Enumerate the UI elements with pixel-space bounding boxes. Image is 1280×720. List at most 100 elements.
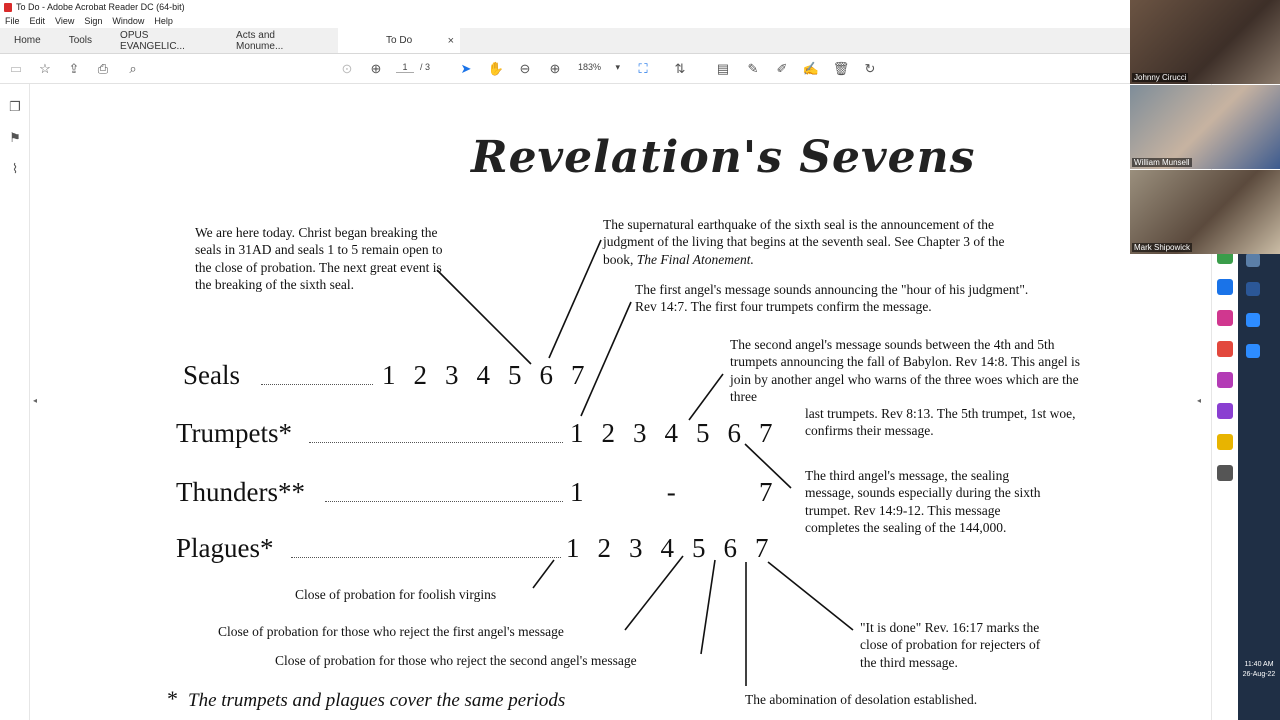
combine-files-icon[interactable] [1217,341,1233,357]
word-icon[interactable] [1246,282,1260,296]
thunder-number-first: 1 [570,477,584,507]
window-title: To Do - Adobe Acrobat Reader DC (64-bit) [16,2,185,12]
participant-name: Mark Shipowick [1132,243,1193,252]
scrolling-mode-icon[interactable]: ⇅ [671,60,689,78]
save-icon[interactable]: ▭ [7,60,25,78]
window-titlebar: To Do - Adobe Acrobat Reader DC (64-bit) [0,0,1130,14]
thunder-number-last: 7 [759,477,773,507]
thunder-dash: - [666,477,676,507]
zoom-icon[interactable] [1246,344,1260,358]
tab-home[interactable]: Home [0,28,55,53]
draw-freehand-icon[interactable]: ✐ [773,60,791,78]
video-tile-mark[interactable]: Mark Shipowick [1130,170,1280,254]
seal-number: 5 [508,360,522,390]
close-tab-icon[interactable]: × [448,35,454,47]
connector-line [436,269,532,365]
fill-sign-tool-icon[interactable] [1217,403,1233,419]
close-first-angel: Close of probation for those who reject … [218,624,564,639]
fit-page-icon[interactable]: ⛶ [634,60,652,78]
dotted-leader [325,500,563,502]
windows-taskbar: 11:40 AM 26-Aug-22 [1238,250,1280,720]
note-third-angel: The third angel's message, the sealing m… [805,468,1041,536]
participant-name: Johnny Cirucci [1132,73,1189,82]
participant-name: William Munsell [1132,158,1192,167]
menu-window[interactable]: Window [112,16,144,26]
menu-file[interactable]: File [5,16,20,26]
tab-tools[interactable]: Tools [55,28,106,53]
zoom-out-icon[interactable]: ⊖ [516,60,534,78]
zoom-icon[interactable] [1246,313,1260,327]
dotted-leader [309,441,563,443]
trumpets-numbers: 1 2 3 4 5 6 7 [561,418,782,449]
connector-line [532,559,555,589]
menu-bar: File Edit View Sign Window Help [0,14,1130,28]
tab-to-do-label: To Do [386,35,413,46]
abomination-note: The abomination of desolation establishe… [745,692,978,707]
highlight-pen-icon[interactable]: ✎ [744,60,762,78]
previous-page-icon[interactable]: ⊙ [338,60,356,78]
upload-cloud-icon[interactable]: ⇪ [65,60,83,78]
search-icon[interactable]: ⌕ [124,60,142,78]
tab-acts-and-monuments[interactable]: Acts and Monume... [222,28,338,53]
row-label-plagues: Plagues* [176,533,274,563]
clock-date: 26-Aug-22 [1242,671,1276,678]
connector-line [700,559,716,655]
tab-to-do[interactable]: To Do × [338,28,461,53]
zoom-dropdown[interactable]: 183% ▾ [578,62,620,73]
video-tile-william[interactable]: William Munsell [1130,85,1280,169]
dotted-leader [291,556,561,558]
dotted-leader [261,383,373,385]
taskbar-app-icon[interactable] [1246,253,1260,267]
delete-icon[interactable]: 🗑 [832,60,850,78]
menu-edit[interactable]: Edit [30,16,46,26]
seal-number: 6 [539,360,554,390]
trumpet-number: 7 [759,418,773,448]
zoom-in-icon[interactable]: ⊕ [546,60,564,78]
note-first-angel: The first angel's message sounds announc… [635,282,1029,315]
plague-number: 1 [566,533,580,563]
trumpet-number: 5 [696,418,710,448]
note-second-angel: The second angel's message sounds betwee… [730,337,1080,405]
rotate-icon[interactable]: ↻ [861,60,879,78]
create-pdf-icon[interactable] [1217,279,1233,295]
bookmarks-icon[interactable]: ⚑ [7,130,23,146]
more-tools-icon[interactable] [1217,465,1233,481]
collapse-left-panel-icon[interactable]: ◂ [33,396,37,405]
plagues-numbers: 1 2 3 4 5 6 7 [557,533,778,564]
menu-view[interactable]: View [55,16,74,26]
comment-icon[interactable]: ▤ [714,60,732,78]
video-tile-johnny[interactable]: Johnny Cirucci [1130,0,1280,84]
main-toolbar: ▭ ☆ ⇪ ⎙ ⌕ ⊙ ⊕ 1 / 3 ➤ ✋ ⊖ ⊕ 183% ▾ ⛶ ⇅ ▤… [0,54,1130,84]
note-sixth-seal: The supernatural earthquake of the sixth… [603,216,1013,268]
expand-right-panel-icon[interactable]: ◂ [1197,396,1201,405]
organize-pages-icon[interactable] [1217,372,1233,388]
system-clock[interactable]: 11:40 AM 26-Aug-22 [1238,660,1280,680]
row-label-trumpets: Trumpets* [176,418,293,448]
bookmark-star-icon[interactable]: ☆ [36,60,54,78]
connector-line [624,555,684,631]
note-we-are-here: We are here today. Christ began breaking… [195,225,443,293]
select-cursor-icon[interactable]: ➤ [457,60,475,78]
plague-number: 6 [723,533,738,563]
attachments-paperclip-icon[interactable]: ⌇ [7,161,23,177]
tab-opus-evangelic[interactable]: OPUS EVANGELIC... [106,28,222,53]
hand-tool-icon[interactable]: ✋ [487,60,505,78]
footnote-text: The trumpets and plagues cover the same … [188,690,566,711]
menu-sign[interactable]: Sign [84,16,102,26]
row-label-seals: Seals [183,360,240,390]
plague-number: 4 [660,533,675,563]
note-second-angel-cont: last trumpets. Rev 8:13. The 5th trumpet… [805,406,1076,439]
next-page-icon[interactable]: ⊕ [367,60,385,78]
page-thumbnails-icon[interactable]: ❐ [7,99,23,115]
trumpet-number: 3 [633,418,647,448]
page-total: / 3 [420,62,431,72]
edit-pdf-icon[interactable] [1217,310,1233,326]
fill-sign-icon[interactable]: ✍ [802,60,820,78]
print-icon[interactable]: ⎙ [94,60,112,78]
page-number-input[interactable]: 1 [396,62,414,73]
plague-number: 2 [597,533,612,563]
zoom-value: 183% [578,62,602,72]
menu-help[interactable]: Help [154,16,173,26]
trumpet-number: 2 [601,418,616,448]
send-for-comments-icon[interactable] [1217,434,1233,450]
